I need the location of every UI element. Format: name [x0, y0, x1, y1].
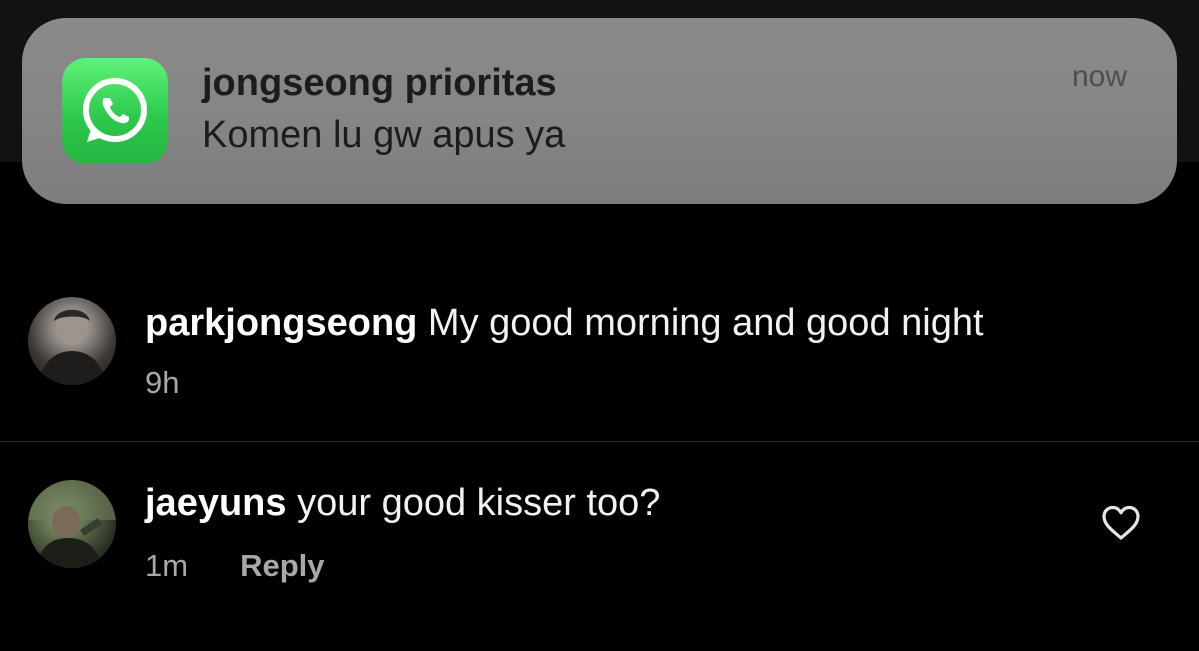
- notification-banner[interactable]: jongseong prioritas Komen lu gw apus ya …: [22, 18, 1177, 204]
- whatsapp-icon: [62, 58, 168, 164]
- comment-username[interactable]: parkjongseong: [145, 302, 417, 344]
- notification-title: jongseong prioritas: [202, 62, 557, 104]
- comments-screen: jongseong prioritas Komen lu gw apus ya …: [0, 0, 1199, 651]
- comment-time: 1m: [145, 548, 189, 583]
- comment-text-line: jaeyuns your good kisser too?: [145, 482, 660, 525]
- avatar[interactable]: [28, 297, 116, 385]
- comment-username[interactable]: jaeyuns: [145, 482, 287, 524]
- heart-outline-icon[interactable]: [1101, 505, 1141, 541]
- notification-time: now: [1071, 60, 1127, 93]
- comment-meta: 9h: [145, 365, 179, 401]
- comment-text: My good morning and good night: [417, 302, 984, 344]
- comment-item: parkjongseong My good morning and good n…: [0, 290, 1199, 440]
- comment-time: 9h: [145, 365, 180, 400]
- comment-text-line: parkjongseong My good morning and good n…: [145, 302, 984, 345]
- comment-text: your good kisser too?: [286, 482, 661, 524]
- avatar[interactable]: [28, 480, 116, 568]
- divider: [0, 441, 1199, 442]
- comment-meta: 1m Reply: [145, 548, 325, 584]
- notification-message: Komen lu gw apus ya: [202, 114, 566, 156]
- reply-button[interactable]: Reply: [240, 548, 324, 583]
- comment-item: jaeyuns your good kisser too? 1m Reply: [0, 478, 1199, 628]
